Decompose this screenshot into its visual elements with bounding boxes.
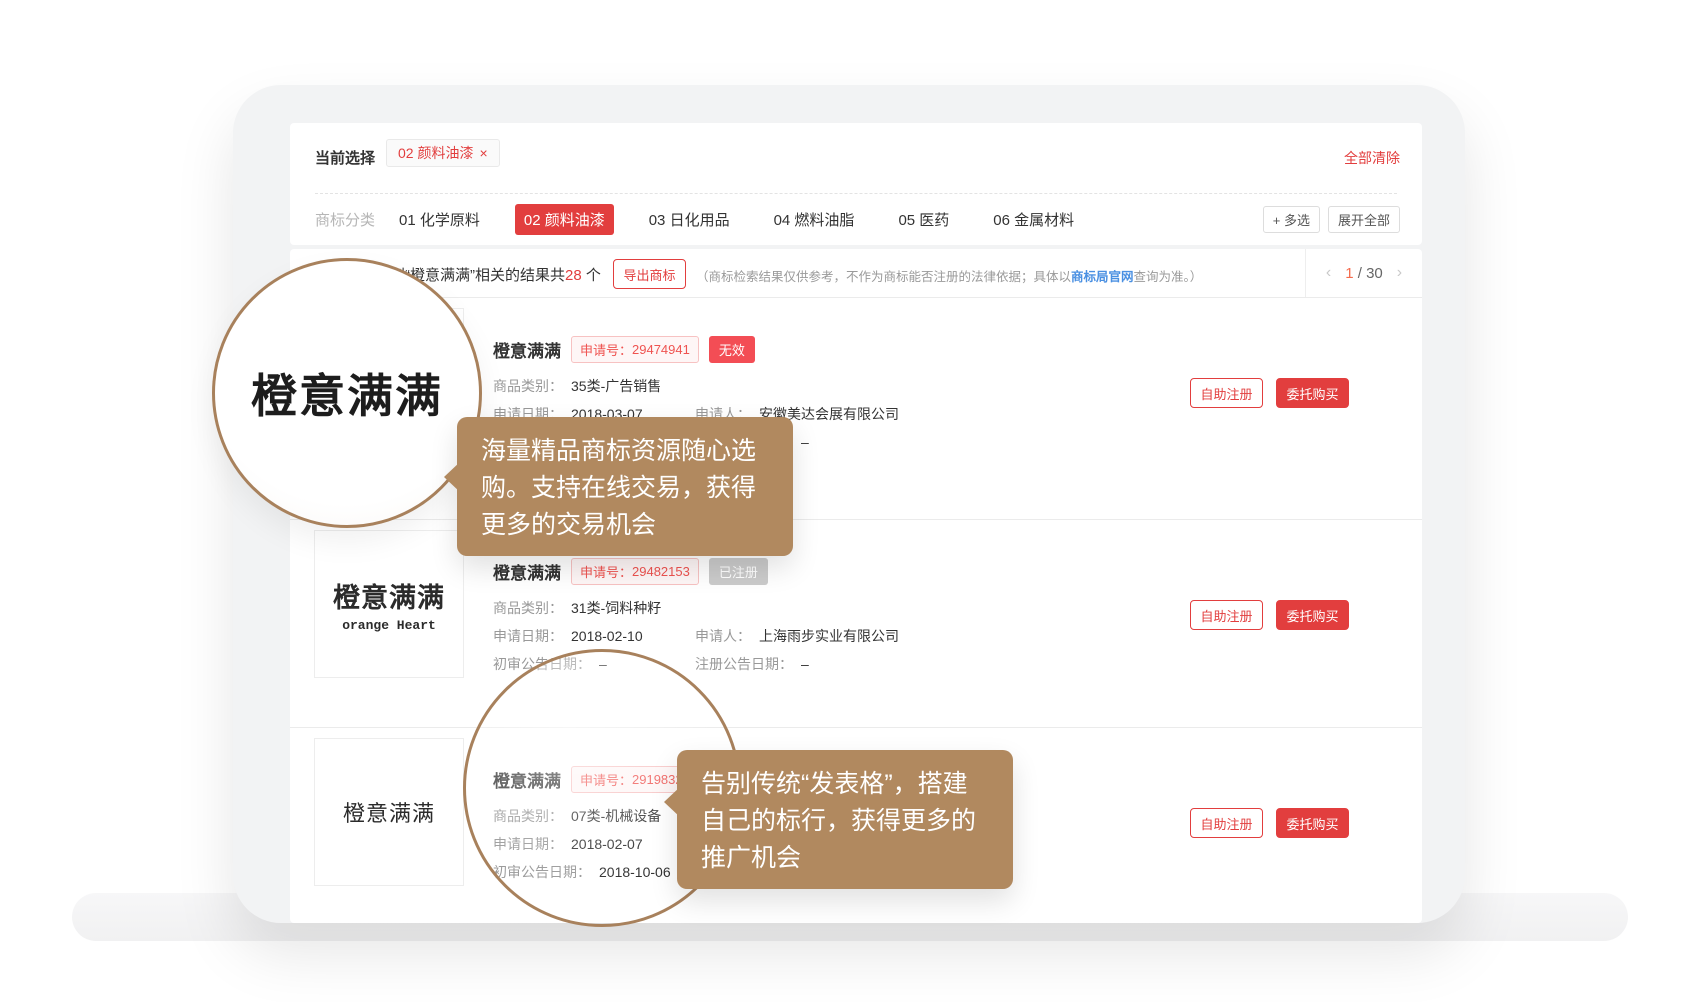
tooltip-line: 购。支持在线交易，获得 xyxy=(481,470,769,507)
status-badge-invalid-1: 无效 xyxy=(709,336,755,363)
row-actions-1: 自助注册 委托购买 xyxy=(1190,378,1349,408)
trademark-text-1: 橙意满满 xyxy=(343,366,435,398)
trademark-image-2: 橙意满满 orange Heart xyxy=(314,530,464,678)
results-summary: 为您检索到“橙意满满”相关的结果共28 个 xyxy=(330,264,601,285)
field-label: 注册公告日期： xyxy=(695,656,793,672)
tooltip-line: 更多的交易机会 xyxy=(481,507,769,544)
tooltip-line: 海量精品商标资源随心选 xyxy=(481,433,769,470)
page: 当前选择 02 颜料油漆 × 全部清除 商标分类 01 化学原料 02 颜料油漆… xyxy=(0,0,1696,1002)
results-summary-text: 为您检索到“橙意满满”相关的结果共 xyxy=(330,267,565,284)
field-label: 商品类别： xyxy=(493,378,563,394)
self-register-button-3[interactable]: 自助注册 xyxy=(1190,808,1263,838)
results-count: 28 xyxy=(565,267,582,284)
category-label: 商标分类 xyxy=(315,209,375,230)
result-title-1[interactable]: 橙意满满 xyxy=(493,337,561,362)
field-value: 2018-10-06 xyxy=(599,864,671,880)
tooltip-marketplace: 海量精品商标资源随心选 购。支持在线交易，获得 更多的交易机会 xyxy=(457,417,793,556)
category-tab-03[interactable]: 03 日化用品 xyxy=(640,204,739,235)
trademark-image-3: 橙意满满 xyxy=(314,738,464,886)
trademark-text-3: 橙意满满 xyxy=(343,796,435,828)
tooltip-line: 告别传统“发表格”，搭建 xyxy=(701,766,989,803)
field-label: 商品类别： xyxy=(493,600,563,616)
application-number-tag-2: 申请号：29482153 xyxy=(571,558,699,585)
page-indicator: 1 / 30 xyxy=(1345,265,1383,282)
field-label: 申请日期： xyxy=(493,628,563,644)
current-selection-label: 当前选择 xyxy=(315,147,375,168)
field-label: 商品类别： xyxy=(493,808,563,824)
field-value: 上海雨步实业有限公司 xyxy=(759,628,899,644)
field-label: 申请日期： xyxy=(493,836,563,852)
status-badge-registered-2: 已注册 xyxy=(709,558,768,585)
field-value: 31类-饲料种籽 xyxy=(571,600,661,616)
results-header: 为您检索到“橙意满满”相关的结果共28 个 导出商标 （商标检索结果仅供参考，不… xyxy=(290,249,1422,298)
current-page: 1 xyxy=(1345,265,1353,282)
field-label: 初审公告日期： xyxy=(493,656,591,672)
tooltip-arrow-icon xyxy=(428,461,461,493)
disclaimer-prefix: （商标检索结果仅供参考，不作为商标能否注册的法律依据；具体以 xyxy=(696,270,1071,284)
trademark-text-2: 橙意满满 xyxy=(333,576,445,615)
filter-panel: 当前选择 02 颜料油漆 × 全部清除 商标分类 01 化学原料 02 颜料油漆… xyxy=(290,123,1422,245)
multi-select-button[interactable]: + 多选 xyxy=(1263,206,1320,233)
export-trademark-button[interactable]: 导出商标 xyxy=(613,259,686,289)
field-value: – xyxy=(801,434,809,450)
tooltip-line: 推广机会 xyxy=(701,840,989,877)
self-register-button-2[interactable]: 自助注册 xyxy=(1190,600,1263,630)
remove-tag-icon[interactable]: × xyxy=(479,145,487,161)
page-separator: / xyxy=(1358,265,1362,282)
appno-value-1: 29474941 xyxy=(632,342,690,357)
entrust-buy-button-3[interactable]: 委托购买 xyxy=(1276,808,1349,838)
result-title-3[interactable]: 橙意满满 xyxy=(493,767,561,792)
appno-label-1: 申请号： xyxy=(580,340,632,359)
prev-page-icon[interactable]: ‹ xyxy=(1326,264,1331,282)
clear-all-link[interactable]: 全部清除 xyxy=(1344,148,1400,168)
trademark-image-1: 橙意满满 xyxy=(314,308,464,456)
selected-filter-tag-text: 02 颜料油漆 xyxy=(398,143,473,163)
appno-label-2: 申请号： xyxy=(580,562,632,581)
total-pages: 30 xyxy=(1366,265,1383,282)
application-number-tag-1: 申请号：29474941 xyxy=(571,336,699,363)
category-tab-02-active[interactable]: 02 颜料油漆 xyxy=(515,204,614,235)
entrust-buy-button-1[interactable]: 委托购买 xyxy=(1276,378,1349,408)
disclaimer-suffix: 查询为准。） xyxy=(1134,270,1203,284)
tooltip-promotion: 告别传统“发表格”，搭建 自己的标行，获得更多的 推广机会 xyxy=(677,750,1013,889)
result-fields-2: 商品类别： 31类-饲料种籽 申请日期： 2018-02-10 申请人： 上海雨步实业… xyxy=(493,598,1113,682)
trademark-subtext-2: orange Heart xyxy=(342,618,436,633)
pagination: ‹ 1 / 30 › xyxy=(1306,249,1422,297)
expand-all-button[interactable]: 展开全部 xyxy=(1328,206,1400,233)
category-actions: + 多选 展开全部 xyxy=(1263,206,1400,233)
field-value: 2018-02-10 xyxy=(571,628,643,644)
category-tab-05[interactable]: 05 医药 xyxy=(889,204,958,235)
field-value: – xyxy=(599,656,607,672)
trademark-office-link[interactable]: 商标局官网 xyxy=(1071,270,1134,284)
category-tabs: 01 化学原料 02 颜料油漆 03 日化用品 04 燃料油脂 05 医药 06… xyxy=(390,204,1083,235)
disclaimer-text: （商标检索结果仅供参考，不作为商标能否注册的法律依据；具体以商标局官网查询为准。… xyxy=(696,266,1202,285)
field-value: 35类-广告销售 xyxy=(571,378,661,394)
entrust-buy-button-2[interactable]: 委托购买 xyxy=(1276,600,1349,630)
selected-filter-tag[interactable]: 02 颜料油漆 × xyxy=(386,139,500,167)
result-content-2: 橙意满满 申请号：29482153 已注册 商品类别： 31类-饲料种籽 申请日期… xyxy=(493,558,1113,682)
appno-label-3: 申请号： xyxy=(580,770,632,789)
field-label: 申请人： xyxy=(695,628,751,644)
tooltip-arrow-icon xyxy=(648,786,681,818)
field-value: – xyxy=(801,656,809,672)
current-selection-row: 当前选择 02 颜料油漆 × 全部清除 xyxy=(290,123,1422,193)
row-actions-2: 自助注册 委托购买 xyxy=(1190,600,1349,630)
self-register-button-1[interactable]: 自助注册 xyxy=(1190,378,1263,408)
category-row: 商标分类 01 化学原料 02 颜料油漆 03 日化用品 04 燃料油脂 05 … xyxy=(290,194,1422,245)
row-actions-3: 自助注册 委托购买 xyxy=(1190,808,1349,838)
category-tab-01[interactable]: 01 化学原料 xyxy=(390,204,489,235)
category-tab-04[interactable]: 04 燃料油脂 xyxy=(765,204,864,235)
field-value: 2018-02-07 xyxy=(571,836,643,852)
category-tab-06[interactable]: 06 金属材料 xyxy=(984,204,1083,235)
appno-value-2: 29482153 xyxy=(632,564,690,579)
result-title-2[interactable]: 橙意满满 xyxy=(493,559,561,584)
results-count-unit: 个 xyxy=(582,267,601,284)
field-label: 初审公告日期： xyxy=(493,864,591,880)
next-page-icon[interactable]: › xyxy=(1397,264,1402,282)
tooltip-line: 自己的标行，获得更多的 xyxy=(701,803,989,840)
